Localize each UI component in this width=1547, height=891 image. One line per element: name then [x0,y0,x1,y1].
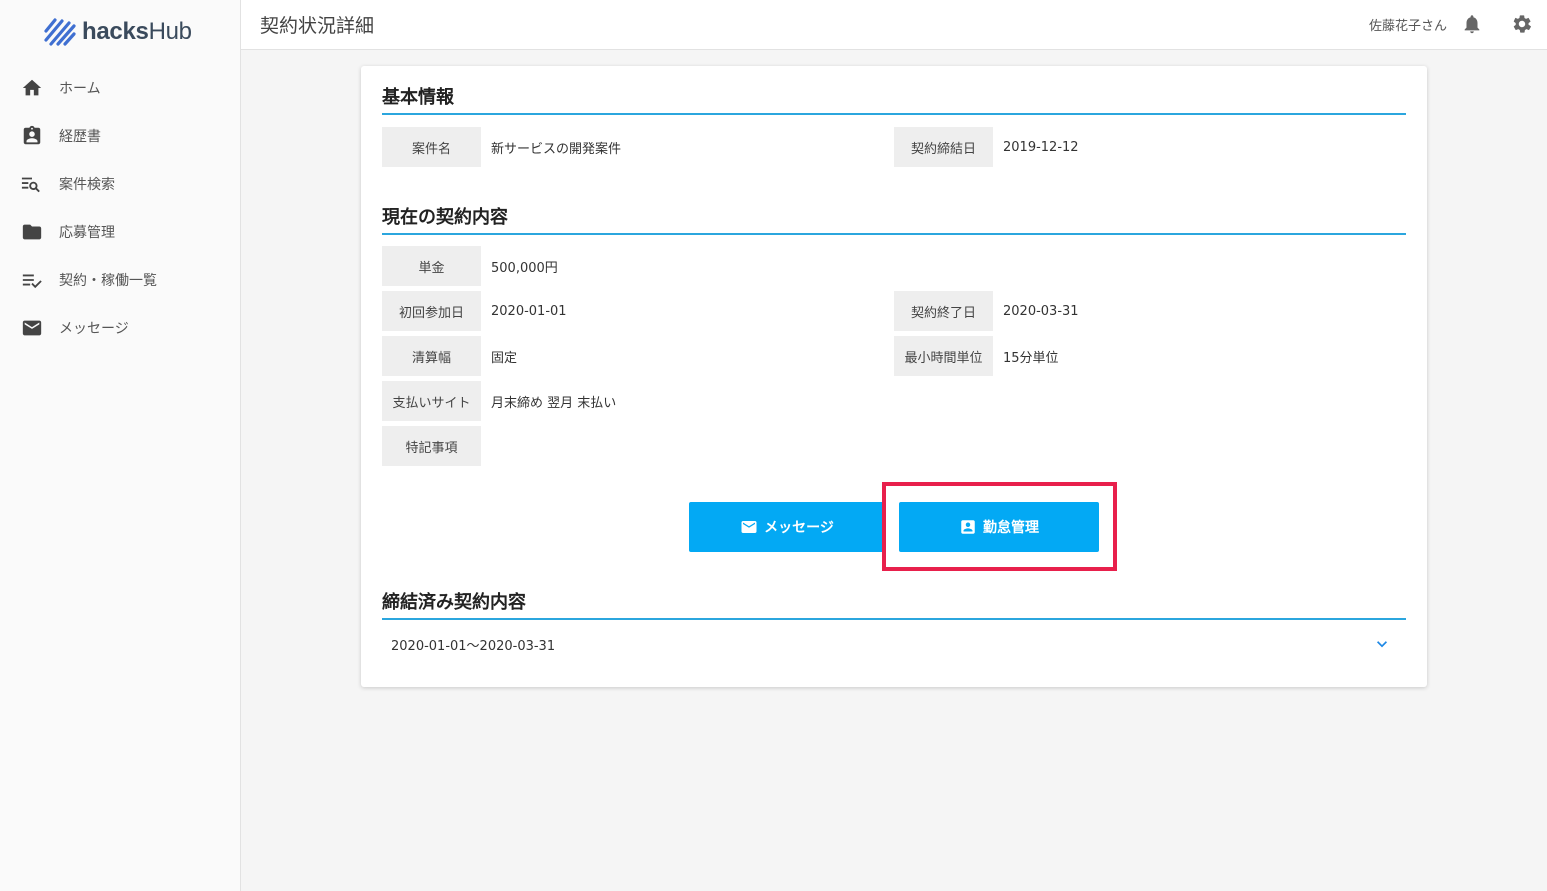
attendance-button[interactable]: 勤怠管理 [899,502,1099,552]
sidebar-item-label: メッセージ [59,321,129,337]
sidebar-item-contracts[interactable]: 契約・稼働一覧 [0,256,240,304]
page-title: 契約状況詳細 [260,15,375,37]
sidebar-item-label: ホーム [59,81,101,97]
field-label: 最小時間単位 [894,336,993,376]
home-icon [20,76,44,100]
field-value: 月末締め 翌月 末払い [491,395,617,411]
field-label: 単金 [382,246,481,286]
field-value: 新サービスの開発案件 [491,141,622,157]
section-title-current: 現在の契約内容 [382,201,1406,235]
field-value: 2020-01-01 [491,303,567,319]
logo-mark-icon [44,18,76,46]
mail-icon [741,521,757,533]
info-row-project: 案件名 新サービスの開発案件 [382,127,894,167]
info-row-notes: 特記事項 [382,426,894,466]
sidebar-item-label: 契約・稼働一覧 [59,273,157,289]
field-label: 契約終了日 [894,291,993,331]
field-label: 清算幅 [382,336,481,376]
field-label: 支払いサイト [382,381,481,421]
badge-icon [20,124,44,148]
message-button[interactable]: メッセージ [689,502,885,552]
chevron-down-icon[interactable] [1372,634,1392,654]
signed-contract-accordion[interactable]: 2020-01-01〜2020-03-31 [382,622,1406,666]
user-name[interactable]: 佐藤花子さん [1369,15,1447,34]
sidebar-item-job-search[interactable]: 案件検索 [0,160,240,208]
info-row-settlement: 清算幅 固定 [382,336,894,376]
sidebar-item-resume[interactable]: 経歴書 [0,112,240,160]
section-title-signed: 締結済み契約内容 [382,586,1406,620]
field-label: 初回参加日 [382,291,481,331]
mail-icon [20,316,44,340]
section-title-basic: 基本情報 [382,81,1406,115]
sidebar: hacksHub ホーム 経歴書 案件検索 応募管理 契約・稼働一覧 メッセージ [0,0,241,891]
field-value: 2019-12-12 [1003,139,1079,155]
gear-icon[interactable] [1511,13,1533,35]
field-value: 2020-03-31 [1003,303,1079,319]
sidebar-item-home[interactable]: ホーム [0,64,240,112]
badge-icon [961,520,975,534]
info-row-payment: 支払いサイト 月末締め 翌月 末払い [382,381,894,421]
hackshub-logo[interactable]: hacksHub [42,14,192,50]
attendance-button-label: 勤怠管理 [983,520,1039,536]
sidebar-item-label: 応募管理 [59,225,115,241]
info-row-signed-date: 契約締結日 2019-12-12 [894,127,1406,167]
field-value: 500,000円 [491,260,558,276]
info-row-start-date: 初回参加日 2020-01-01 [382,291,894,331]
info-row-end-date: 契約終了日 2020-03-31 [894,291,1406,331]
top-bar: 契約状況詳細 佐藤花子さん [241,0,1547,50]
contract-detail-card: 基本情報 案件名 新サービスの開発案件 契約締結日 2019-12-12 現在の… [361,66,1427,687]
sidebar-item-applications[interactable]: 応募管理 [0,208,240,256]
logo-text: hacksHub [82,18,192,45]
field-label: 案件名 [382,127,481,167]
sidebar-item-label: 経歴書 [59,129,101,145]
list-search-icon [20,172,44,196]
sidebar-nav: ホーム 経歴書 案件検索 応募管理 契約・稼働一覧 メッセージ [0,64,240,352]
info-row-min-unit: 最小時間単位 15分単位 [894,336,1406,376]
field-label: 契約締結日 [894,127,993,167]
message-button-label: メッセージ [764,520,834,536]
checklist-icon [20,268,44,292]
folder-icon [20,220,44,244]
field-value [481,426,894,466]
field-label: 特記事項 [382,426,481,466]
bell-icon[interactable] [1461,13,1483,35]
sidebar-item-label: 案件検索 [59,177,115,193]
field-value: 15分単位 [1003,350,1059,366]
field-value: 固定 [491,350,518,366]
info-row-price: 単金 500,000円 [382,246,894,286]
contract-period: 2020-01-01〜2020-03-31 [391,638,556,654]
sidebar-item-messages[interactable]: メッセージ [0,304,240,352]
